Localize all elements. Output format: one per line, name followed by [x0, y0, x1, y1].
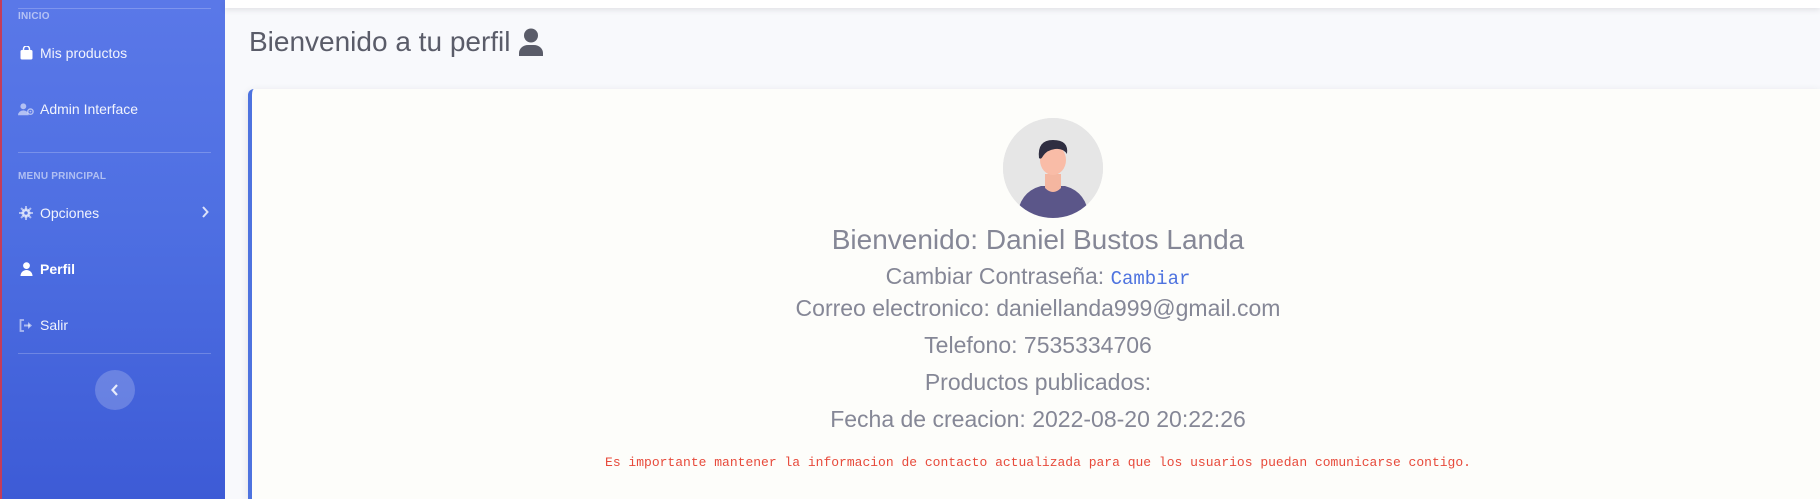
sign-out-icon: [18, 317, 34, 333]
profile-note: Es importante mantener la informacion de…: [605, 455, 1471, 470]
app-layout: INICIO Mis productos Admin Interface MEN…: [0, 0, 1820, 499]
user-icon: [18, 261, 34, 277]
sidebar-divider: [18, 353, 211, 354]
page-title: Bienvenido a tu perfil: [249, 26, 543, 58]
sidebar-toggle-button[interactable]: [95, 370, 135, 410]
profile-password-row: Cambiar Contraseña: Cambiar: [252, 263, 1820, 290]
topbar: [225, 0, 1820, 8]
sidebar-heading-inicio: INICIO: [18, 11, 50, 22]
profile-card: Bienvenido: Daniel Bustos Landa Cambiar …: [248, 89, 1820, 499]
avatar-illustration: [1003, 118, 1103, 218]
sidebar-divider: [18, 8, 211, 9]
sidebar-item-label: Opciones: [40, 205, 100, 221]
sidebar-item-label: Admin Interface: [40, 101, 139, 117]
profile-welcome: Bienvenido: Daniel Bustos Landa: [831, 224, 1245, 255]
gear-icon: [18, 205, 34, 221]
sidebar-item-opciones[interactable]: Opciones: [18, 199, 209, 227]
sidebar-heading-menu: MENU PRINCIPAL: [18, 171, 107, 182]
profile-phone: Telefono: 7535334706: [924, 332, 1152, 358]
change-password-link[interactable]: Cambiar: [1111, 268, 1191, 290]
sidebar-item-label: Mis productos: [40, 45, 128, 61]
sidebar: INICIO Mis productos Admin Interface MEN…: [0, 0, 225, 499]
profile-email: Correo electronico: daniellanda999@gmail…: [795, 295, 1281, 321]
page-title-text: Bienvenido a tu perfil: [249, 26, 511, 57]
sidebar-item-mis-productos[interactable]: Mis productos: [18, 39, 209, 67]
sidebar-item-perfil[interactable]: Perfil: [18, 255, 209, 283]
shopping-bag-icon: [18, 45, 34, 61]
sidebar-item-salir[interactable]: Salir: [18, 311, 209, 339]
sidebar-divider: [18, 152, 211, 153]
sidebar-item-label: Salir: [40, 317, 69, 333]
sidebar-item-label: Perfil: [40, 261, 76, 277]
password-label: Cambiar Contraseña:: [885, 263, 1105, 289]
user-cog-icon: [18, 101, 34, 117]
sidebar-item-admin-interface[interactable]: Admin Interface: [18, 95, 209, 123]
profile-created: Fecha de creacion: 2022-08-20 20:22:26: [830, 406, 1246, 432]
chevron-left-icon: [111, 384, 119, 396]
avatar: [1003, 118, 1103, 218]
user-icon: [518, 28, 543, 56]
profile-products: Productos publicados:: [924, 369, 1152, 395]
chevron-right-icon: [201, 205, 209, 221]
